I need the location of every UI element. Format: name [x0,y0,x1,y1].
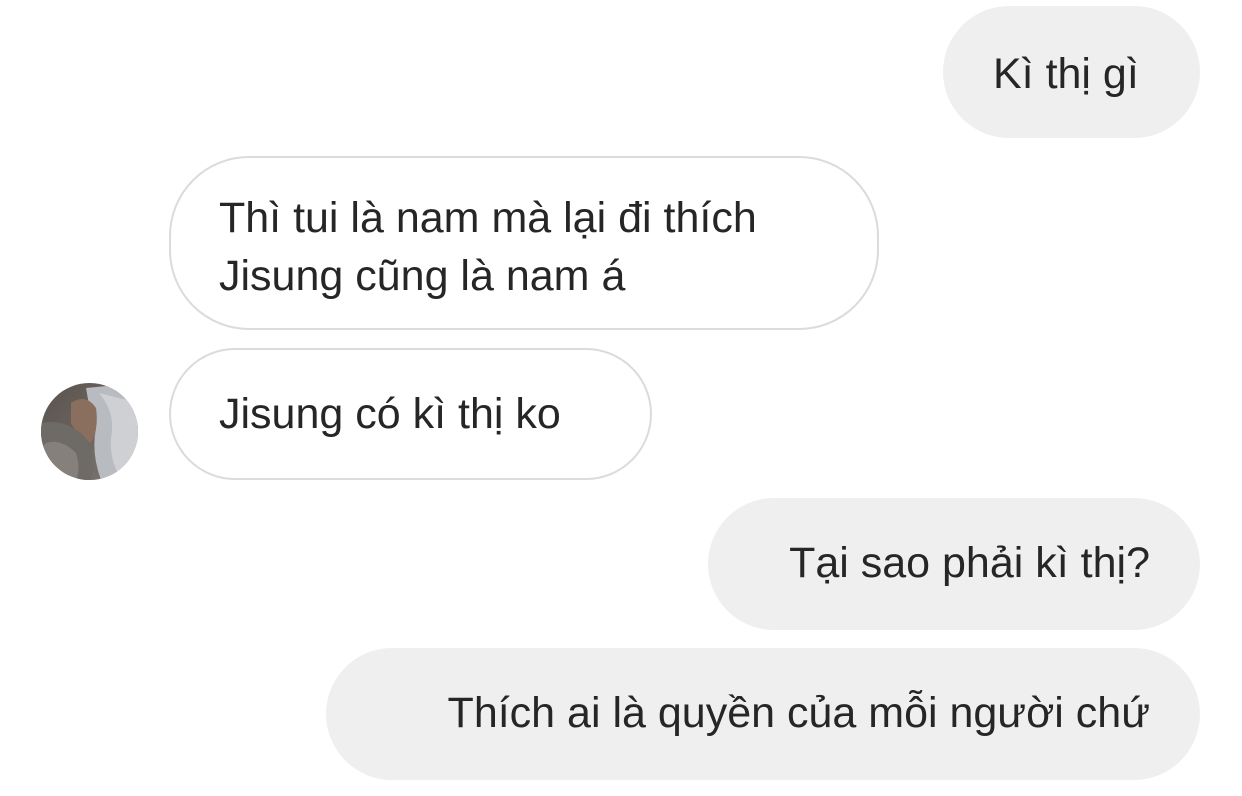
message-text-line: Jisung cũng là nam á [219,252,626,300]
avatar-photo-icon [41,383,138,480]
message-text-line: Thì tui là nam mà lại đi thích [219,194,757,242]
outgoing-message-bubble[interactable]: Thích ai là quyền của mỗi người chứ [326,648,1200,780]
message-text: Jisung có kì thị ko [219,390,561,438]
message-text: Kì thị gì [993,50,1139,98]
sender-avatar[interactable] [41,383,138,480]
outgoing-message-bubble[interactable]: Tại sao phải kì thị? [708,498,1200,630]
outgoing-message-bubble[interactable]: Kì thị gì [943,6,1200,138]
message-text: Tại sao phải kì thị? [789,539,1150,587]
message-text: Thích ai là quyền của mỗi người chứ [447,689,1150,737]
incoming-message-bubble[interactable]: Jisung có kì thị ko [169,348,652,480]
incoming-message-bubble[interactable]: Thì tui là nam mà lại đi thích Jisung cũ… [169,156,879,330]
